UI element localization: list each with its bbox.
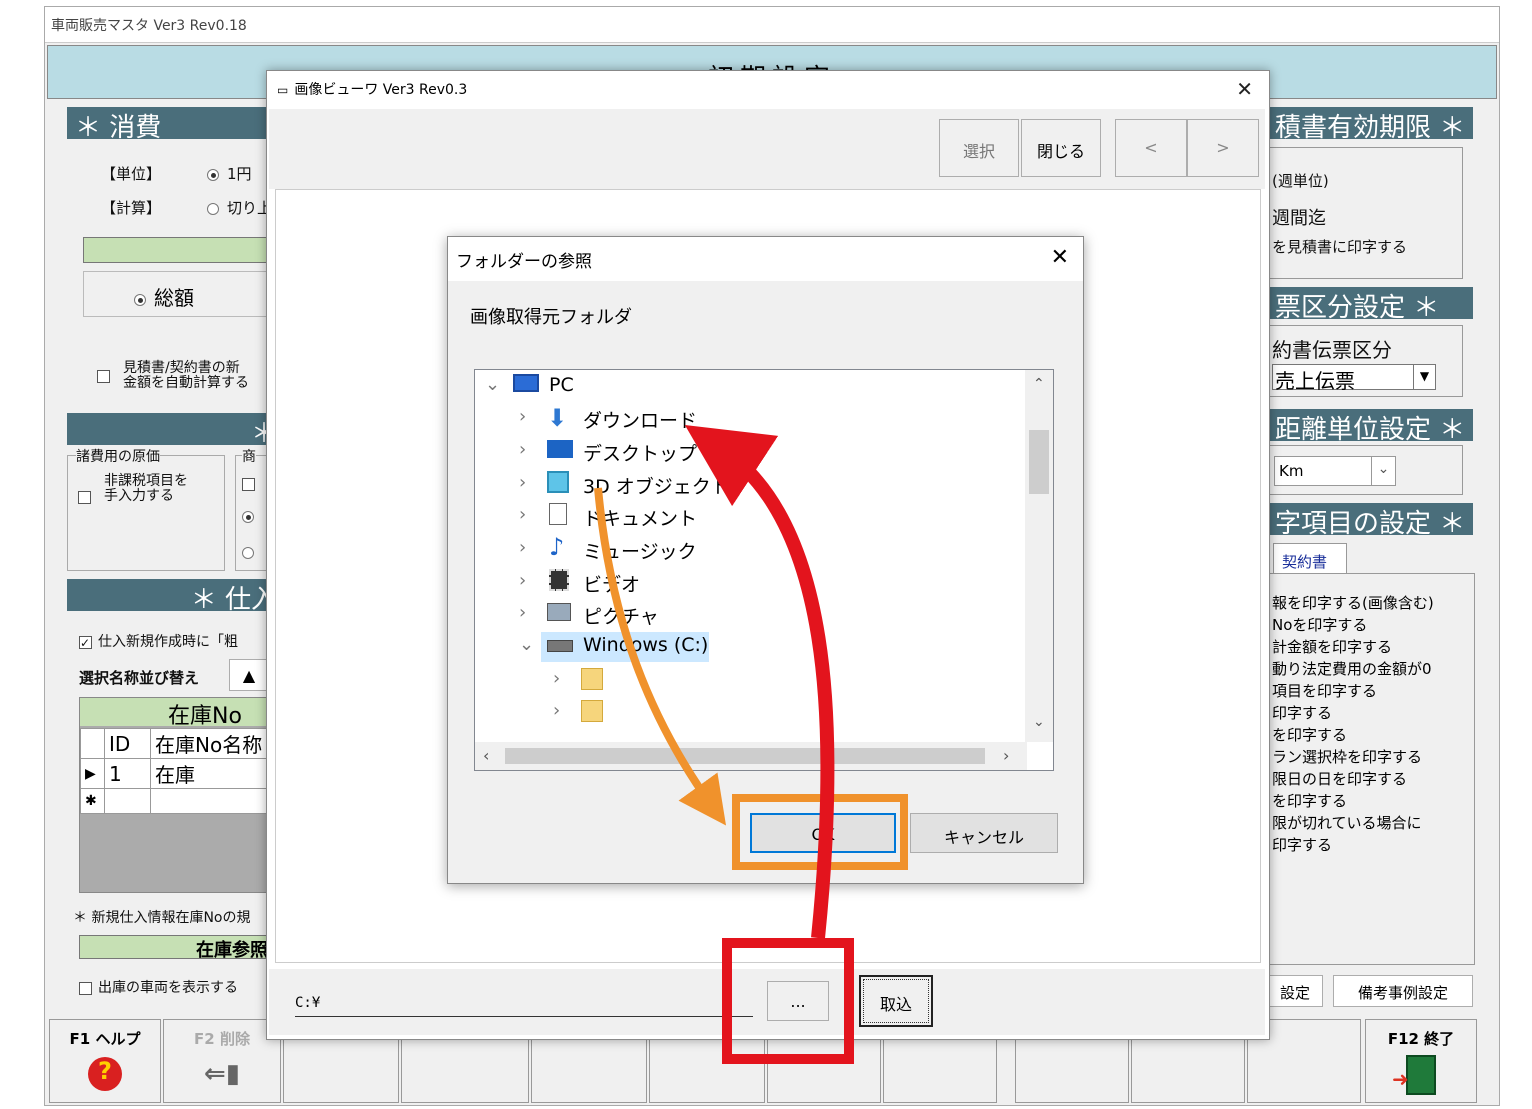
annotation-arrows (594, 424, 835, 939)
red-arrow (684, 424, 835, 939)
orange-arrow (594, 487, 727, 826)
